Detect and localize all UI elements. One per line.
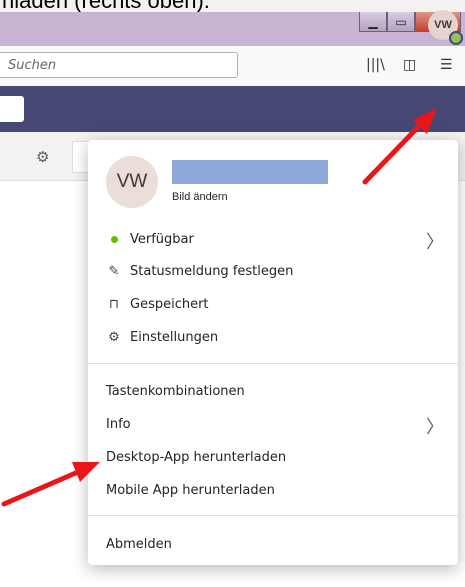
menu-item-status[interactable]: Verfügbar bbox=[106, 232, 194, 247]
menu-item-shortcuts-label: Tastenkombinationen bbox=[106, 384, 245, 399]
menu-item-desktop-app-label: Desktop-App herunterladen bbox=[106, 450, 287, 465]
red-arrow-icon bbox=[362, 108, 437, 185]
edit-message-icon: ✎ bbox=[108, 264, 120, 279]
menu-item-shortcuts[interactable]: Tastenkombinationen bbox=[106, 384, 245, 399]
header-search-box[interactable] bbox=[0, 96, 24, 122]
menu-item-status-message[interactable]: ✎ Statusmeldung festlegen bbox=[106, 264, 294, 279]
menu-item-info-label: Info bbox=[106, 417, 131, 432]
change-picture-link[interactable]: Bild ändern bbox=[172, 191, 228, 203]
sidebar-icon[interactable]: ◫ bbox=[403, 57, 416, 73]
profile-name-redacted bbox=[172, 160, 328, 184]
menu-item-settings[interactable]: ⚙ Einstellungen bbox=[106, 330, 218, 345]
menu-item-sign-out[interactable]: Abmelden bbox=[106, 537, 172, 552]
window-titlebar: ▁ ▭ ✕ bbox=[0, 12, 465, 46]
browser-toolbar: Suchen |||\ ◫ ☰ bbox=[0, 46, 465, 87]
menu-item-settings-label: Einstellungen bbox=[130, 330, 219, 345]
menu-item-saved[interactable]: ⊓ Gespeichert bbox=[106, 297, 209, 312]
available-dot-icon bbox=[106, 232, 122, 247]
menu-divider bbox=[88, 363, 458, 364]
menu-item-saved-label: Gespeichert bbox=[130, 297, 209, 312]
menu-divider bbox=[88, 515, 458, 516]
menu-item-status-message-label: Statusmeldung festlegen bbox=[130, 264, 294, 279]
gear-icon[interactable]: ⚙ bbox=[36, 148, 49, 166]
red-arrow-icon bbox=[1, 462, 100, 507]
menu-item-info[interactable]: Info bbox=[106, 417, 131, 432]
maximize-button[interactable]: ▭ bbox=[387, 12, 415, 32]
profile-menu: VW Bild ändern Verfügbar 〉 ✎ Statusmeldu… bbox=[88, 140, 458, 565]
hamburger-icon[interactable]: ☰ bbox=[440, 57, 453, 73]
menu-item-desktop-app[interactable]: Desktop-App herunterladen bbox=[106, 450, 286, 465]
menu-item-sign-out-label: Abmelden bbox=[106, 537, 172, 552]
minimize-button[interactable]: ▁ bbox=[359, 12, 387, 32]
menu-item-status-label: Verfügbar bbox=[130, 232, 194, 247]
menu-item-mobile-app[interactable]: Mobile App herunterladen bbox=[106, 483, 275, 498]
library-icon[interactable]: |||\ bbox=[366, 57, 385, 73]
chevron-right-icon[interactable]: 〉 bbox=[426, 413, 444, 439]
profile-avatar[interactable]: VW bbox=[106, 156, 158, 208]
gear-icon: ⚙ bbox=[108, 330, 120, 345]
bookmark-icon: ⊓ bbox=[108, 297, 120, 312]
status-available-indicator bbox=[449, 31, 463, 45]
search-input[interactable]: Suchen bbox=[0, 52, 238, 78]
caption-text: nladen (rechts oben). bbox=[2, 0, 210, 13]
menu-item-mobile-app-label: Mobile App herunterladen bbox=[106, 483, 275, 498]
chevron-right-icon[interactable]: 〉 bbox=[426, 228, 444, 254]
